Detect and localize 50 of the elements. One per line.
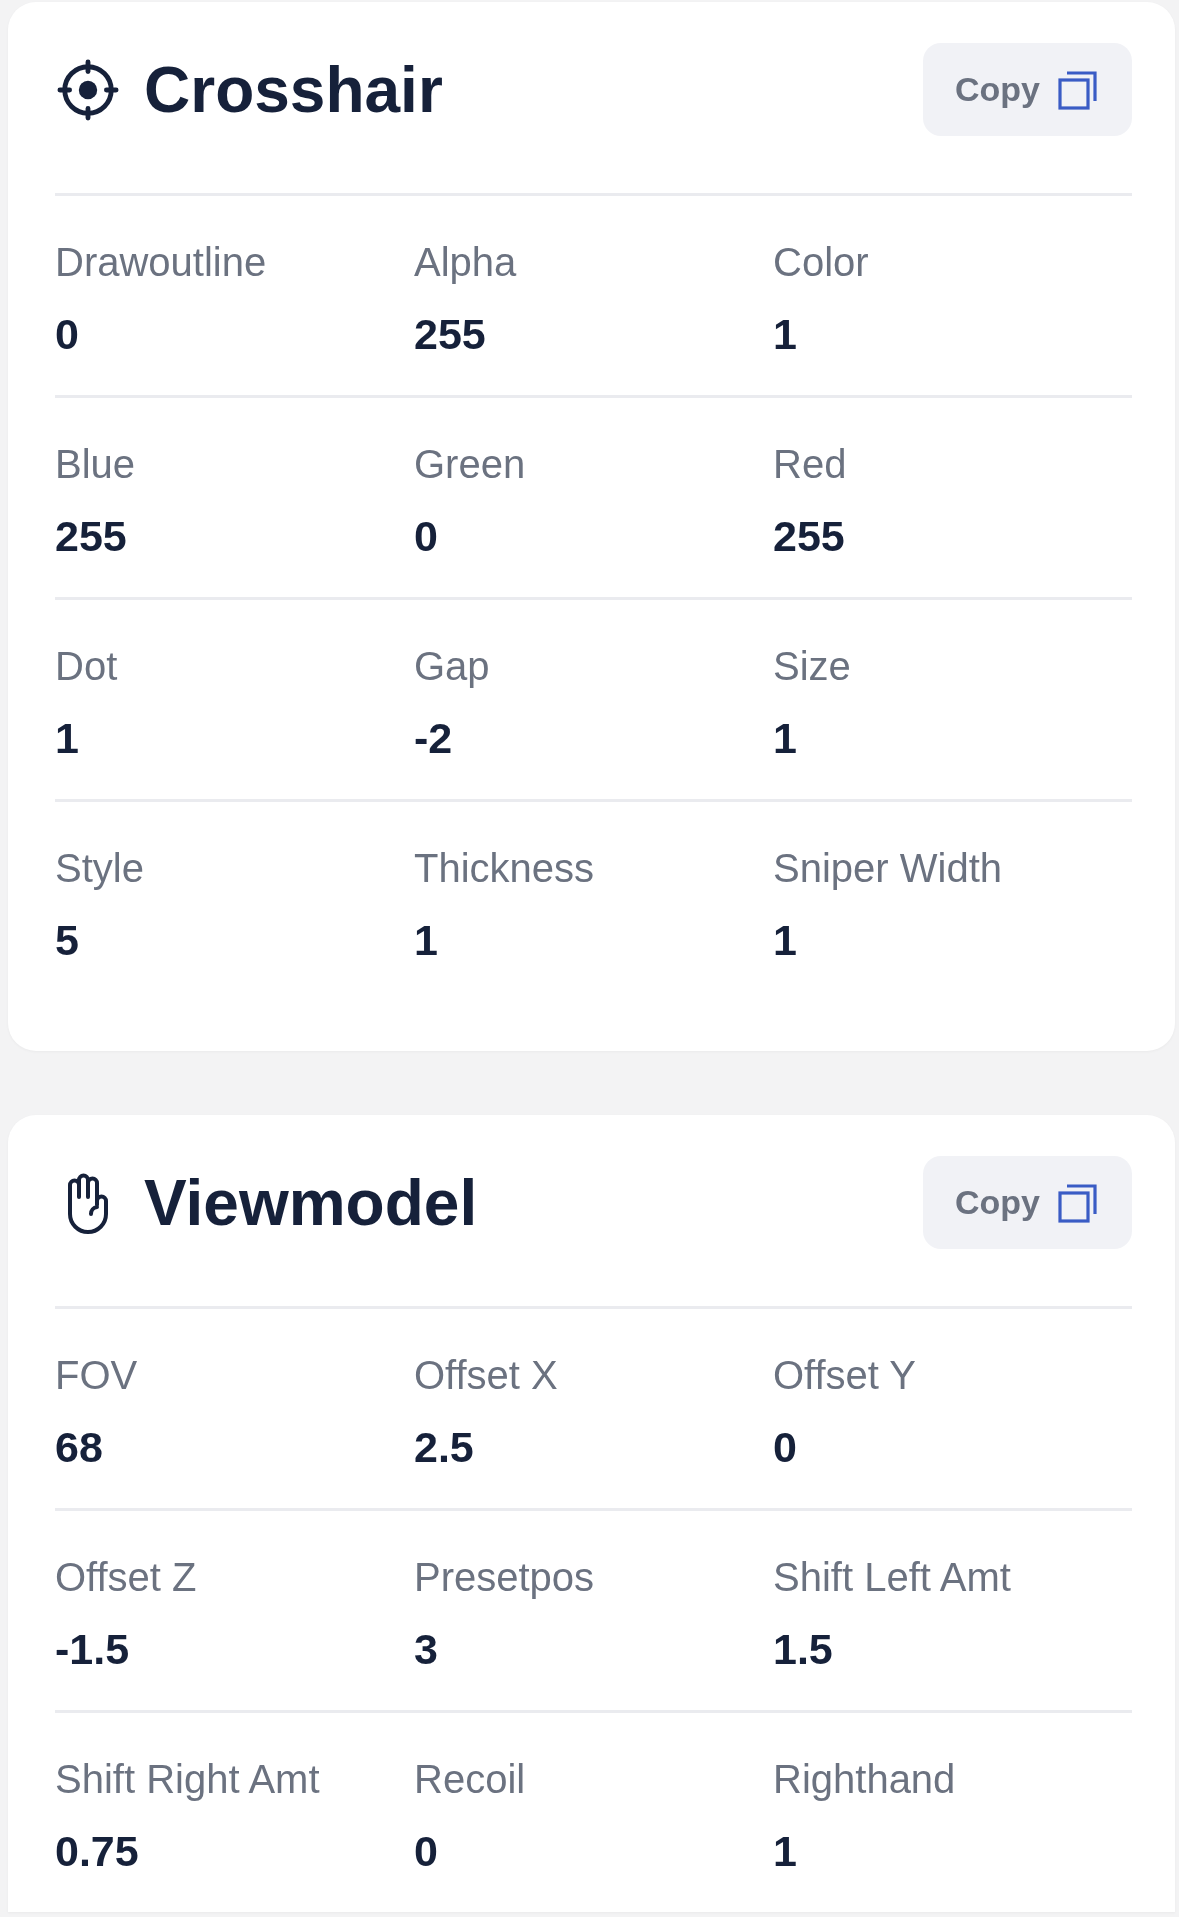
section-title: Crosshair xyxy=(144,52,443,128)
setting-label: Drawoutline xyxy=(55,239,267,286)
section-title: Viewmodel xyxy=(144,1165,478,1241)
copy-button[interactable]: Copy xyxy=(923,1156,1132,1249)
setting-value: 5 xyxy=(55,915,79,966)
setting-value: 2.5 xyxy=(414,1422,474,1473)
setting-label: Offset X xyxy=(414,1352,558,1399)
setting-label: Offset Z xyxy=(55,1554,197,1601)
setting-label: Presetpos xyxy=(414,1554,595,1601)
setting-label: Shift Left Amt xyxy=(773,1554,1011,1601)
setting-label: Thickness xyxy=(414,845,595,892)
setting-value: 0 xyxy=(55,309,79,360)
setting-value: 3 xyxy=(414,1624,438,1675)
setting-label: Offset Y xyxy=(773,1352,917,1399)
setting-label: Color xyxy=(773,239,869,286)
setting-value: 255 xyxy=(414,309,486,360)
setting-value: 1 xyxy=(773,915,797,966)
setting-label: Style xyxy=(55,845,144,892)
setting-value: 68 xyxy=(55,1422,103,1473)
setting-label: Size xyxy=(773,643,851,690)
setting-value: 0 xyxy=(414,511,438,562)
setting-label: Green xyxy=(414,441,526,488)
setting-label: Recoil xyxy=(414,1756,526,1803)
setting-label: Shift Right Amt xyxy=(55,1756,320,1803)
setting-value: 1 xyxy=(773,309,797,360)
setting-value: 1 xyxy=(414,915,438,966)
setting-value: -2 xyxy=(414,713,453,764)
setting-value: 255 xyxy=(773,511,845,562)
setting-label: Sniper Width xyxy=(773,845,1002,892)
copy-button[interactable]: Copy xyxy=(923,43,1132,136)
setting-value: 0 xyxy=(773,1422,797,1473)
setting-value: 1 xyxy=(773,713,797,764)
setting-value: 1 xyxy=(773,1826,797,1877)
setting-value: 1 xyxy=(55,713,79,764)
setting-label: Blue xyxy=(55,441,136,488)
hand-icon xyxy=(65,1171,111,1234)
setting-value: 0 xyxy=(414,1826,438,1877)
copy-icon xyxy=(1058,69,1098,110)
setting-label: Gap xyxy=(414,643,490,690)
setting-value: 0.75 xyxy=(55,1826,139,1877)
setting-value: -1.5 xyxy=(55,1624,130,1675)
copy-icon xyxy=(1058,1182,1098,1223)
setting-label: Alpha xyxy=(414,239,517,286)
setting-label: Dot xyxy=(55,643,118,690)
setting-label: Red xyxy=(773,441,847,488)
setting-value: 255 xyxy=(55,511,127,562)
setting-label: FOV xyxy=(55,1352,138,1399)
setting-label: Righthand xyxy=(773,1756,956,1803)
setting-value: 1.5 xyxy=(773,1624,833,1675)
crosshair-icon xyxy=(57,58,119,121)
